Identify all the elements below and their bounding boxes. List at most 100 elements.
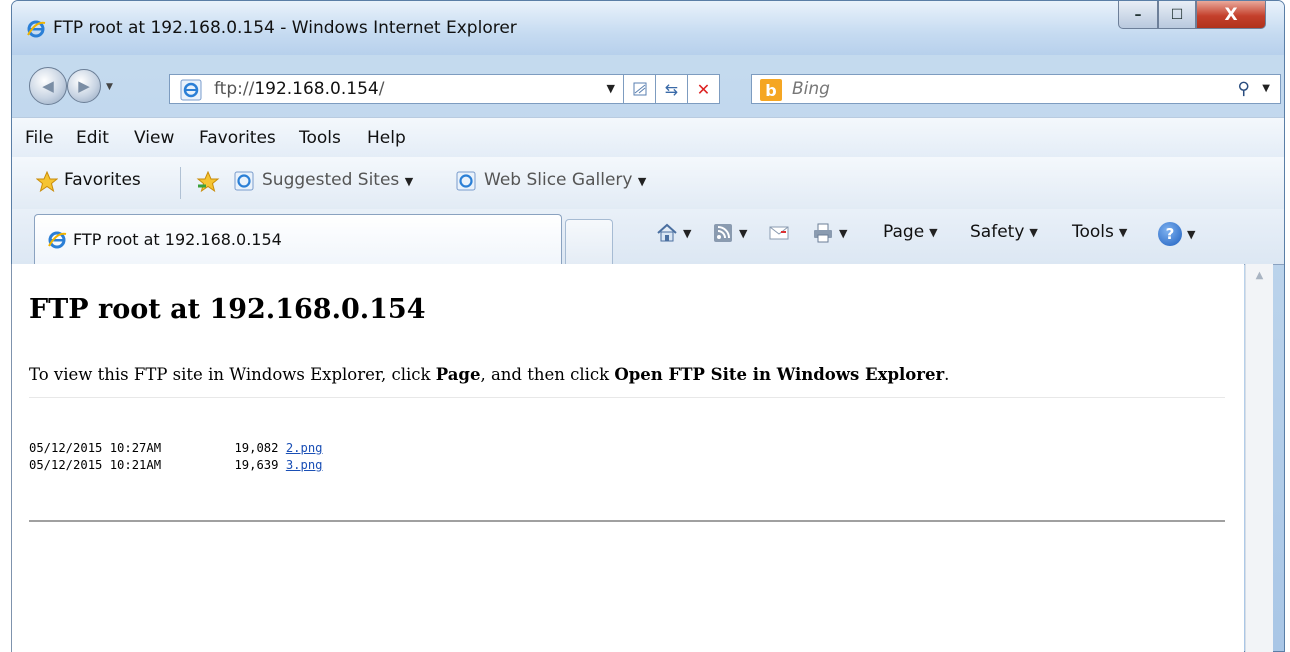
home-icon [657, 223, 677, 242]
feeds-button[interactable]: ▼ [712, 222, 747, 244]
back-button[interactable]: ◀ [29, 67, 67, 105]
safety-menu-label: Safety [970, 222, 1025, 242]
url-host: 192.168.0.154 [254, 79, 379, 99]
recent-pages-dropdown[interactable]: ▼ [106, 82, 113, 92]
ie-logo-icon [27, 20, 46, 38]
address-bar[interactable]: ftp://192.168.0.154/ ▼ [169, 74, 624, 104]
compatibility-view-button[interactable] [624, 74, 656, 104]
search-placeholder: Bing [792, 79, 830, 99]
page-content: FTP root at 192.168.0.154 To view this F… [11, 264, 1244, 652]
safety-menu-button[interactable]: Safety ▼ [970, 222, 1038, 242]
menu-favorites[interactable]: Favorites [199, 128, 276, 148]
tab-row: FTP root at 192.168.0.154 ▼ ▼ ▼ Page ▼ S… [12, 209, 1284, 266]
safety-dropdown-icon: ▼ [1029, 225, 1038, 239]
print-dropdown-icon[interactable]: ▼ [839, 227, 847, 240]
menu-bar: File Edit View Favorites Tools Help [12, 117, 1284, 157]
tools-menu-label: Tools [1072, 222, 1114, 242]
favorites-separator [180, 167, 181, 199]
read-mail-icon [769, 226, 789, 240]
web-slice-gallery-link[interactable]: Web Slice Gallery ▼ [484, 170, 646, 190]
address-dropdown-icon[interactable]: ▼ [607, 82, 615, 95]
ie-page-icon [180, 79, 202, 101]
forward-arrow-icon: ▶ [78, 77, 90, 95]
menu-tools[interactable]: Tools [299, 128, 341, 148]
help-button[interactable]: ? ▼ [1158, 222, 1195, 246]
file-link[interactable]: 2.png [286, 441, 323, 455]
file-size: 19,639 [234, 458, 279, 472]
scroll-up-arrow-icon[interactable]: ▲ [1246, 270, 1273, 281]
favorites-button[interactable]: Favorites [64, 170, 141, 190]
page-menu-button[interactable]: Page ▼ [883, 222, 938, 242]
ie-page-icon [456, 171, 476, 191]
search-box[interactable]: b Bing ⚲ ▼ [751, 74, 1281, 104]
menu-view[interactable]: View [134, 128, 174, 148]
maximize-button[interactable]: ☐ [1158, 1, 1196, 29]
tools-dropdown-icon: ▼ [1118, 225, 1128, 239]
menu-file[interactable]: File [25, 128, 53, 148]
instruction-middle: , and then click [480, 365, 615, 384]
forward-button[interactable]: ▶ [67, 69, 101, 103]
divider [29, 397, 1225, 398]
list-item: 05/12/2015 10:27AM 19,082 2.png [29, 441, 323, 458]
tab-label: FTP root at 192.168.0.154 [73, 230, 282, 249]
home-button[interactable]: ▼ [656, 222, 691, 244]
suggested-sites-label: Suggested Sites [262, 170, 400, 190]
file-link[interactable]: 3.png [286, 458, 323, 472]
file-size: 19,082 [234, 441, 279, 455]
address-url[interactable]: ftp://192.168.0.154/ [214, 79, 384, 99]
page-title: FTP root at 192.168.0.154 [29, 294, 426, 325]
new-tab-button[interactable] [565, 219, 613, 265]
favorites-bar: Favorites Suggested Sites ▼ Web Slice Ga… [12, 157, 1284, 209]
print-button[interactable]: ▼ [812, 222, 847, 244]
suggested-sites-dropdown-icon: ▼ [404, 175, 414, 188]
print-icon [814, 223, 832, 243]
file-listing: 05/12/2015 10:27AM 19,082 2.png 05/12/20… [29, 441, 323, 475]
stop-icon: ✕ [696, 79, 711, 99]
caption-buttons: – ☐ X [1118, 1, 1266, 31]
web-slice-gallery-dropdown-icon: ▼ [637, 175, 647, 188]
vertical-scrollbar[interactable]: ▲ [1245, 264, 1273, 652]
instruction-end: . [944, 365, 950, 384]
web-slice-gallery-label: Web Slice Gallery [484, 170, 633, 190]
instruction-page: Page [435, 365, 481, 384]
feeds-dropdown-icon[interactable]: ▼ [739, 227, 747, 240]
refresh-icon: ⇆ [664, 79, 679, 99]
close-button[interactable]: X [1196, 1, 1266, 29]
file-date: 05/12/2015 10:27AM [29, 441, 162, 455]
search-icon[interactable]: ⚲ [1238, 79, 1250, 99]
back-arrow-icon: ◀ [42, 77, 54, 95]
favorites-star-icon [36, 171, 58, 193]
suggested-sites-link[interactable]: Suggested Sites ▼ [262, 170, 413, 190]
bing-logo-icon: b [760, 79, 782, 101]
search-options-dropdown[interactable]: ▼ [1262, 83, 1270, 94]
divider [29, 520, 1225, 522]
minimize-button[interactable]: – [1118, 1, 1158, 29]
file-date: 05/12/2015 10:21AM [29, 458, 162, 472]
navigation-bar: ◀ ▶ ▼ ftp://192.168.0.154/ ▼ ⇆ ✕ b Bing [12, 55, 1284, 117]
instruction-text: To view this FTP site in Windows Explore… [29, 365, 949, 384]
tab-ftp-root[interactable]: FTP root at 192.168.0.154 [34, 214, 562, 266]
feeds-icon [714, 224, 732, 242]
title-bar: FTP root at 192.168.0.154 - Windows Inte… [12, 1, 1284, 55]
url-scheme: ftp:// [214, 79, 255, 99]
ie-page-icon [234, 171, 254, 191]
url-path: / [378, 79, 385, 99]
help-icon: ? [1158, 222, 1182, 246]
home-dropdown-icon[interactable]: ▼ [683, 227, 691, 240]
menu-help[interactable]: Help [367, 128, 406, 148]
page-menu-label: Page [883, 222, 925, 242]
list-item: 05/12/2015 10:21AM 19,639 3.png [29, 458, 323, 475]
help-dropdown-icon[interactable]: ▼ [1187, 228, 1195, 241]
instruction-prefix: To view this FTP site in Windows Explore… [29, 365, 436, 384]
stop-button[interactable]: ✕ [688, 74, 720, 104]
add-to-favorites-bar-icon[interactable] [196, 171, 220, 193]
page-dropdown-icon: ▼ [929, 225, 938, 239]
menu-edit[interactable]: Edit [76, 128, 109, 148]
tools-menu-button[interactable]: Tools ▼ [1072, 222, 1127, 242]
read-mail-button[interactable] [768, 222, 790, 244]
window-title: FTP root at 192.168.0.154 - Windows Inte… [53, 18, 517, 38]
refresh-button[interactable]: ⇆ [656, 74, 688, 104]
ie-logo-icon [48, 231, 67, 249]
instruction-open-ftp: Open FTP Site in Windows Explorer [614, 365, 945, 384]
compatibility-view-icon [633, 82, 646, 96]
